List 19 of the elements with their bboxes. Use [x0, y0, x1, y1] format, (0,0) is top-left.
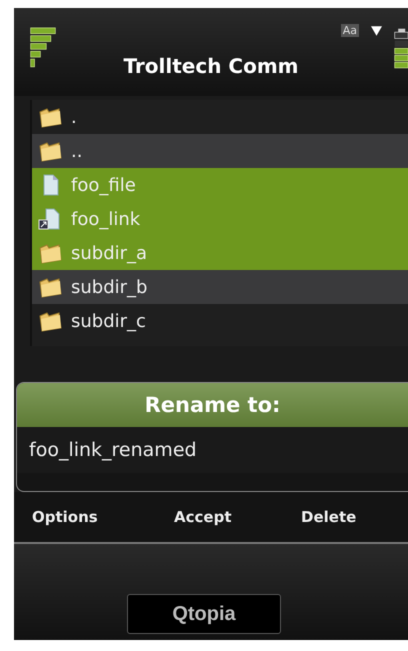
dropdown-triangle-icon [371, 26, 382, 36]
file-row[interactable]: .. [32, 134, 408, 168]
folder-icon [38, 276, 62, 298]
file-row[interactable]: . [32, 100, 408, 134]
dialog-title: Rename to: [17, 383, 408, 427]
folder-icon [38, 242, 62, 264]
folder-icon [38, 140, 62, 162]
file-row[interactable]: subdir_b [32, 270, 408, 304]
window-title: Trolltech Comm [123, 54, 299, 78]
brand-logo: Qtopia [127, 594, 281, 634]
file-row[interactable]: subdir_c [32, 304, 408, 338]
folder-icon [38, 106, 62, 128]
softkey-button[interactable]: Options [28, 508, 154, 526]
folder-icon [38, 310, 62, 332]
input-field[interactable]: foo_link_renamed [17, 427, 408, 473]
document-shortcut-icon [38, 208, 62, 230]
softkey-button[interactable]: Delete [281, 508, 408, 526]
input-mode-indicator: Aa [340, 24, 359, 37]
softkey-button[interactable]: Accept [154, 508, 282, 526]
